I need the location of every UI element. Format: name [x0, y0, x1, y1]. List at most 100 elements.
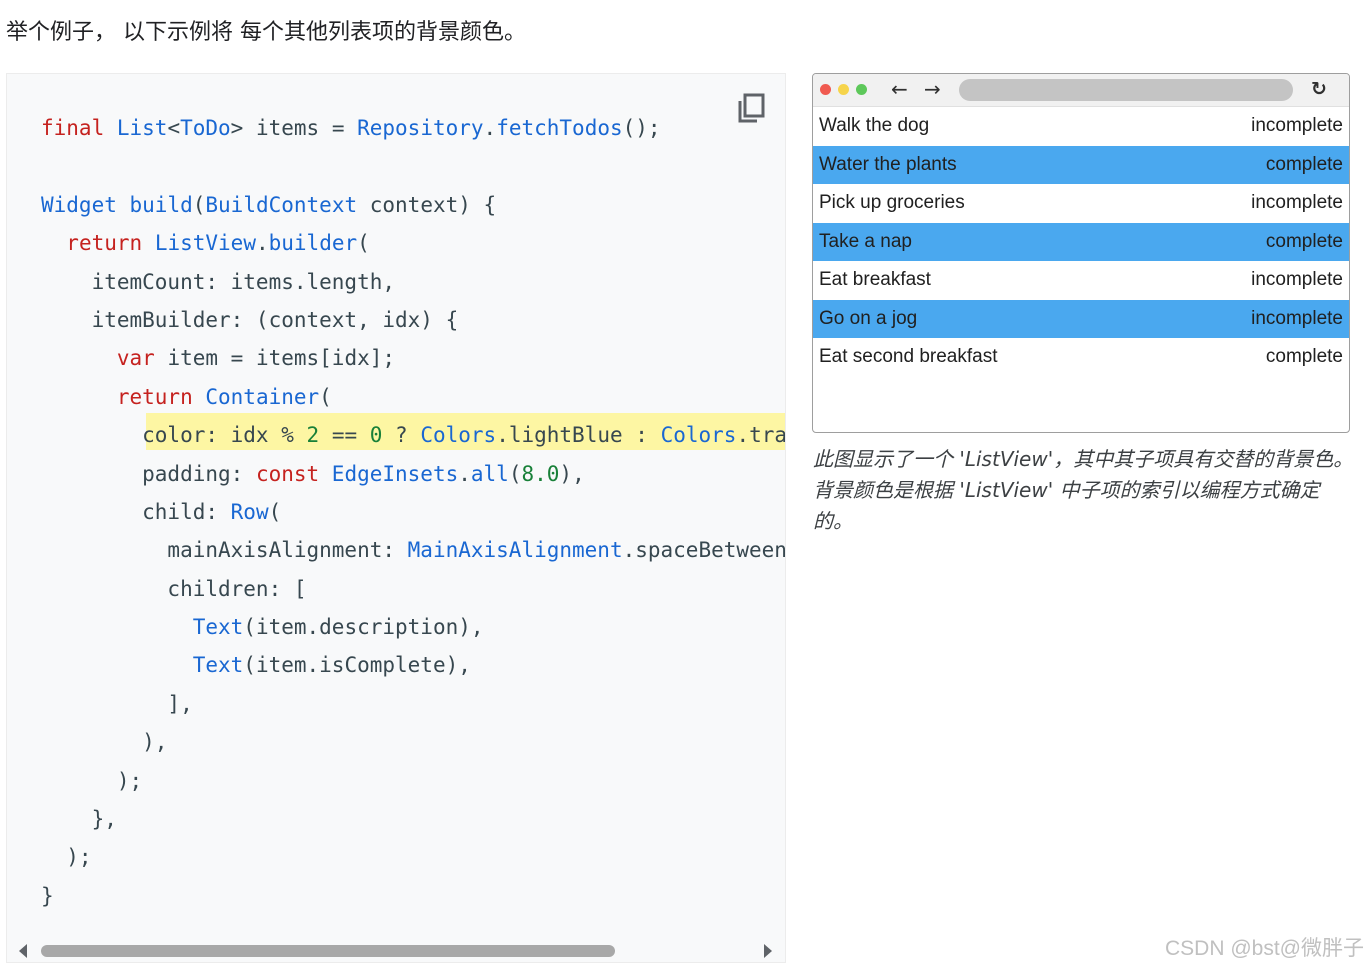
item-status: incomplete [1251, 192, 1343, 214]
list-item: Go on a jog incomplete [813, 299, 1349, 338]
scroll-left-arrow-icon[interactable] [19, 944, 27, 958]
code-token: (item.description), [243, 615, 484, 640]
code-token: ( [508, 461, 522, 486]
code-token: children: [ [41, 576, 307, 601]
code-token: BuildContext [205, 192, 358, 217]
code-token: ToDo [180, 116, 231, 140]
code-token: > items = [230, 116, 358, 140]
code-token: Row [230, 499, 269, 524]
code-token: Text [192, 615, 244, 640]
code-token: padding: [41, 461, 256, 486]
item-description: Pick up groceries [819, 192, 965, 214]
code-token: < [167, 116, 181, 140]
code-line: }, [41, 800, 785, 838]
code-line: ), [41, 723, 785, 761]
code-token: ( [268, 499, 282, 524]
code-token: .transparent, [736, 423, 786, 448]
code-token: ); [41, 845, 92, 870]
item-status: incomplete [1251, 115, 1343, 137]
code-token: item = items[idx]; [167, 346, 396, 371]
code-line: Widget build(BuildContext context) { [41, 186, 785, 224]
code-token: 0 [369, 423, 383, 448]
copy-button[interactable] [737, 92, 767, 124]
code-token: . [483, 116, 497, 140]
code-token: ), [559, 461, 585, 486]
figure-caption: 此图显示了一个 'ListView'，其中其子项具有交替的背景色。背景颜色是根据… [813, 447, 1354, 533]
code-token: List [116, 116, 168, 140]
code-token: Widget [41, 192, 130, 217]
code-token: builder [268, 231, 358, 256]
code-token: .lightBlue : [496, 423, 661, 448]
code-token: var [116, 346, 168, 371]
code-token: child: [41, 499, 231, 524]
code-token: } [41, 883, 54, 908]
item-description: Take a nap [819, 230, 912, 252]
code-token: return [116, 384, 206, 409]
code-line: return Container( [41, 378, 785, 416]
item-description: Go on a jog [819, 307, 918, 329]
code-token: final [41, 116, 117, 140]
code-token: ? [382, 423, 421, 448]
code-token: (item.isComplete), [243, 653, 471, 678]
code-token: ); [41, 768, 143, 793]
arrow-right-icon: → [924, 77, 941, 101]
code-token: const [255, 461, 332, 486]
code-token: Container [205, 384, 320, 409]
list-item: Eat breakfast incomplete [813, 261, 1349, 300]
code-token: . [458, 461, 471, 486]
code-token: ( [319, 384, 332, 409]
code-line: child: Row( [41, 493, 785, 531]
code-line: } [41, 877, 785, 915]
list-item: Pick up groceries incomplete [813, 184, 1349, 223]
code-line: Text(item.isComplete), [41, 646, 785, 684]
code-line: ); [41, 762, 785, 800]
window-close-dot [820, 84, 831, 95]
list-item: Take a nap complete [813, 222, 1349, 261]
watermark: CSDN @bst@微胖子 [1165, 937, 1364, 960]
code-line: var item = items[idx]; [41, 339, 785, 377]
code-token: itemBuilder: (context, idx) { [41, 307, 459, 332]
code-line: return ListView.builder( [41, 224, 785, 262]
code-line: ], [41, 685, 785, 723]
item-description: Water the plants [819, 153, 957, 175]
scroll-right-arrow-icon[interactable] [764, 944, 772, 958]
code-token: }, [41, 807, 117, 832]
code-token: Text [192, 653, 244, 678]
code-viewport: final List<ToDo> items = Repository.fetc… [7, 74, 786, 936]
code-token: 8.0 [521, 461, 560, 486]
code-token: color: idx % [41, 423, 307, 448]
code-token: context) { [357, 192, 497, 217]
code-line: Text(item.description), [41, 608, 785, 646]
code-token: Colors [420, 423, 497, 448]
item-status: complete [1265, 230, 1343, 252]
code-content: final List<ToDo> items = Repository.fetc… [41, 109, 786, 915]
scrollbar-thumb[interactable] [41, 945, 615, 957]
code-token: Repository [357, 116, 484, 140]
code-line: ); [41, 838, 785, 876]
code-token: Colors [660, 423, 737, 448]
item-description: Walk the dog [819, 115, 930, 137]
code-token: ), [41, 730, 168, 755]
code-token: fetchTodos [496, 116, 623, 140]
code-line: final List<ToDo> items = Repository.fetc… [41, 109, 785, 147]
item-description: Eat second breakfast [819, 346, 998, 368]
list-item: Water the plants complete [813, 145, 1349, 184]
code-token: ListView [154, 231, 256, 256]
code-token: return [66, 231, 155, 256]
code-token: build [129, 192, 193, 217]
code-line: itemCount: items.length, [41, 263, 785, 301]
list-item: Walk the dog incomplete [813, 107, 1349, 146]
code-token: all [470, 461, 509, 486]
code-token: 2 [306, 423, 320, 448]
code-token: . [255, 231, 269, 256]
window-maximize-dot [856, 84, 867, 95]
code-token: ( [357, 231, 370, 256]
window-minimize-dot [838, 84, 849, 95]
horizontal-scrollbar[interactable] [7, 938, 785, 962]
code-token: == [319, 423, 370, 448]
code-token: ( [192, 192, 206, 217]
